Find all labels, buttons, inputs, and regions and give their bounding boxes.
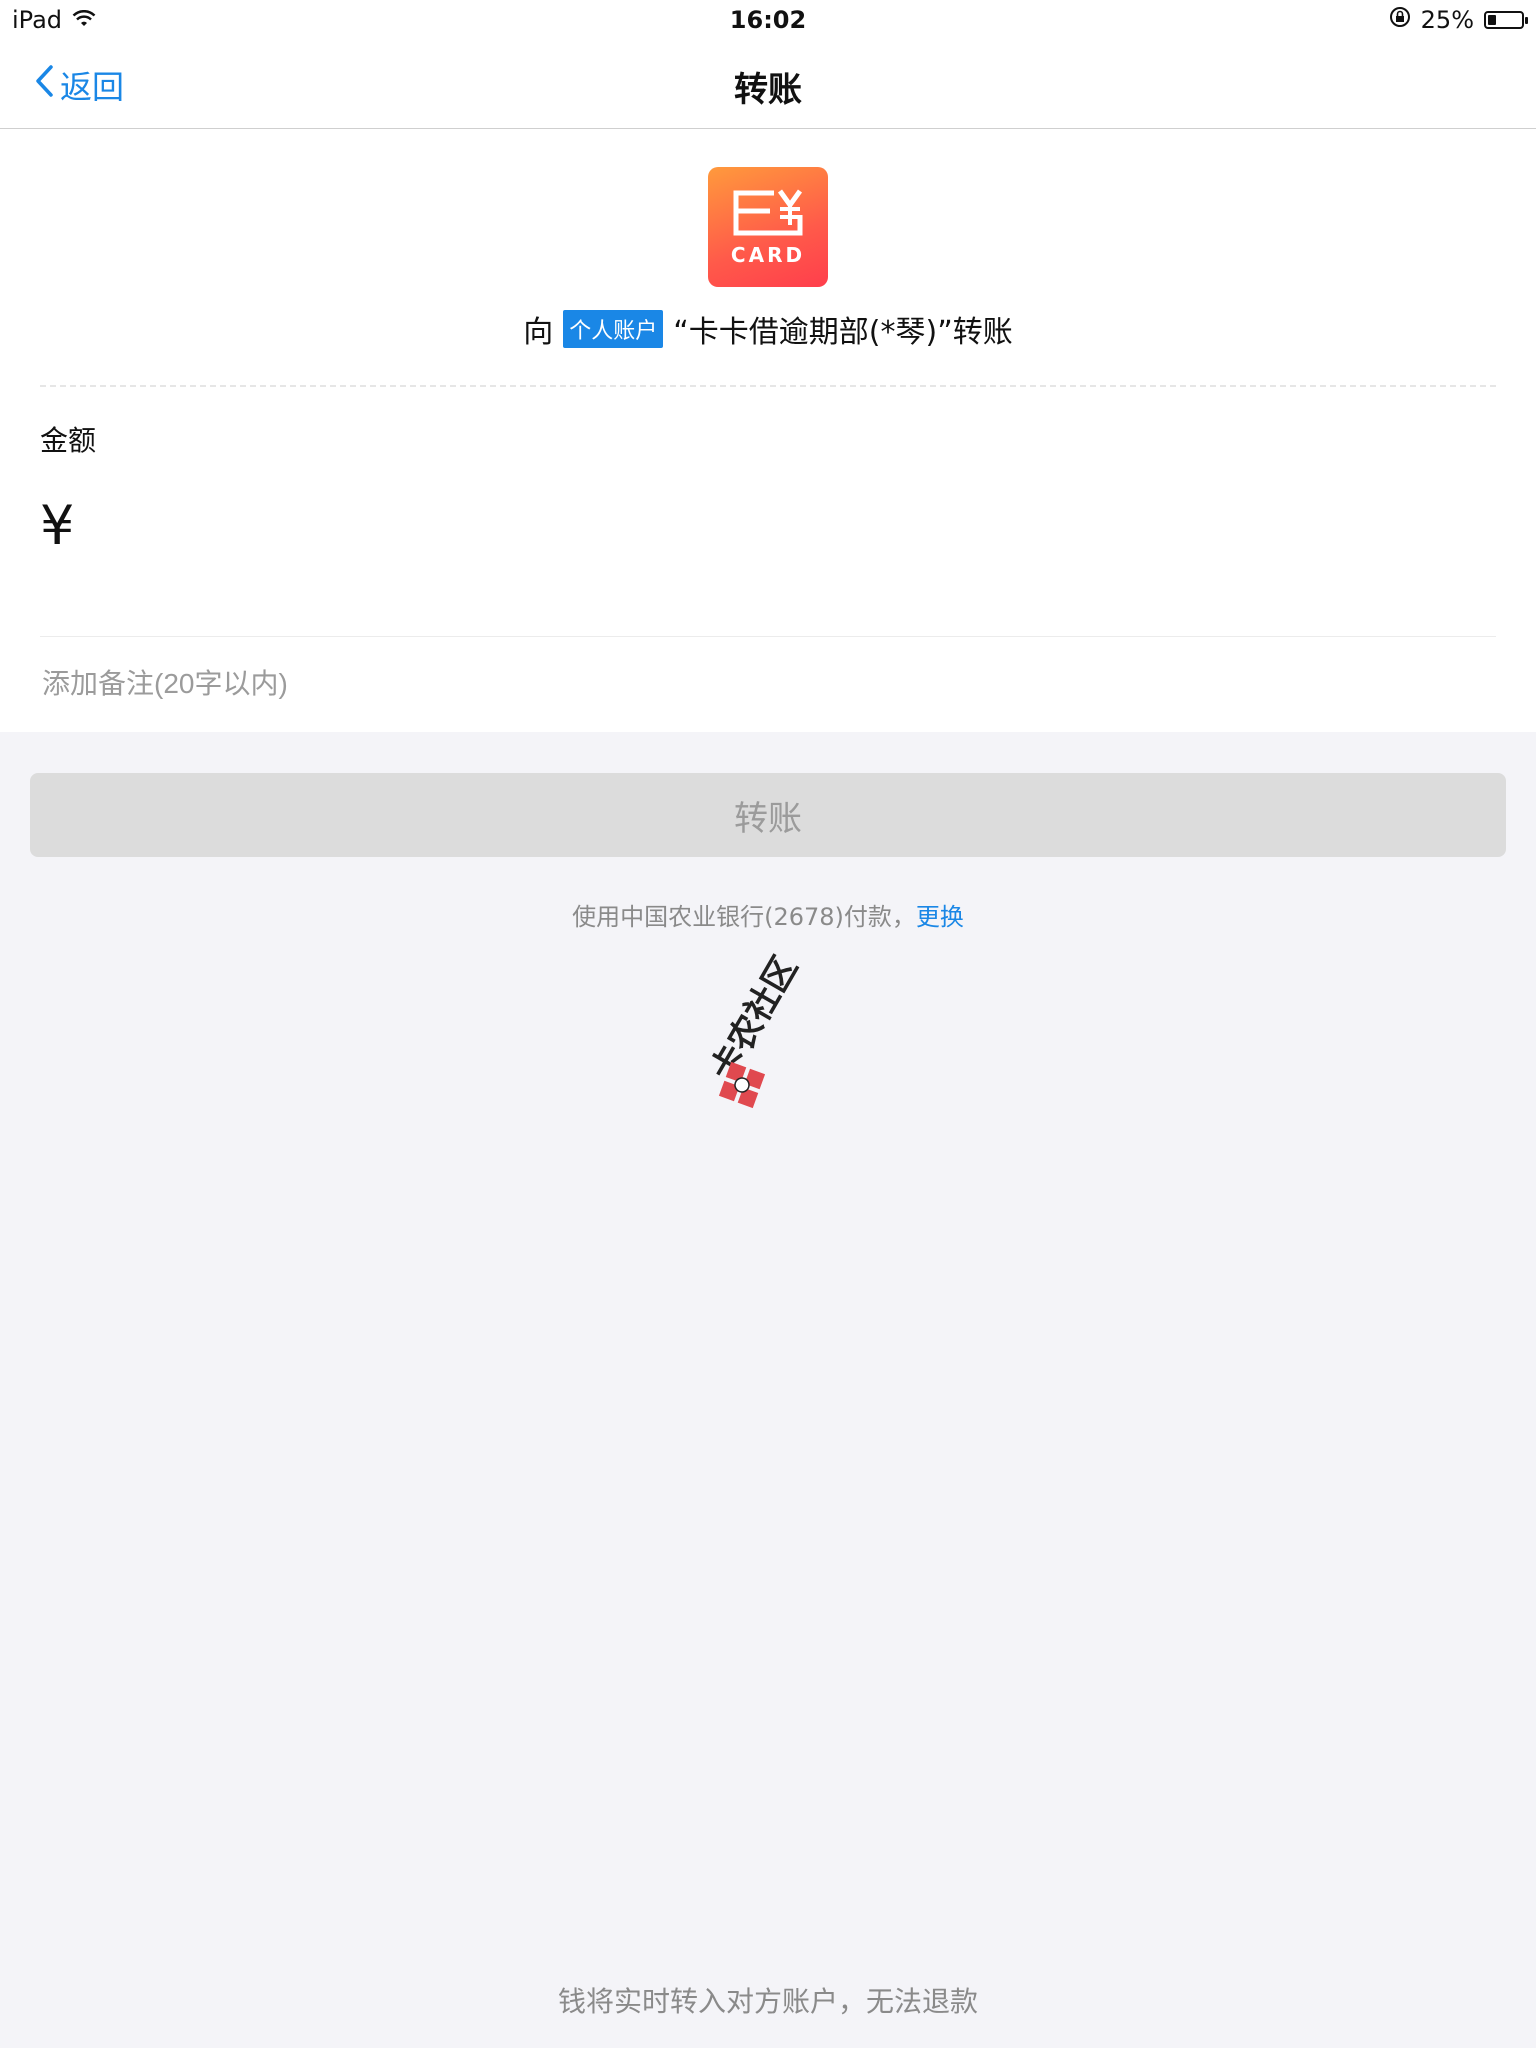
watermark-text: 卡农社区 <box>703 950 806 1088</box>
battery-icon <box>1484 11 1528 29</box>
amount-row: ¥ <box>40 494 1391 557</box>
status-time: 16:02 <box>729 6 807 34</box>
amount-input[interactable] <box>86 500 1391 552</box>
card-app-logo: CARD <box>708 167 828 287</box>
amount-label: 金额 <box>40 424 97 457</box>
payee-prefix: 向 <box>523 315 554 350</box>
dashed-divider <box>40 385 1496 387</box>
status-right: 25% <box>1389 6 1528 34</box>
payee-line: 向 个人账户 “卡卡借逾期部(*琴)”转账 <box>0 307 1536 351</box>
change-payment-link[interactable]: 更换 <box>916 903 964 931</box>
page-title: 转账 <box>734 70 802 110</box>
battery-fill <box>1488 15 1496 25</box>
status-bar: iPad 16:02 25% <box>0 0 1536 40</box>
logo-text: CARD <box>730 243 806 267</box>
payee-name: “卡卡借逾期部(*琴)”转账 <box>673 315 1013 350</box>
watermark-logo: 卡农社区 <box>703 950 806 1109</box>
divider <box>40 636 1496 637</box>
payment-method-line: 使用中国农业银行(2678)付款，更换 <box>0 897 1536 932</box>
currency-symbol: ¥ <box>40 494 75 557</box>
remark-input[interactable] <box>40 667 1444 701</box>
payment-method-text: 使用中国农业银行(2678)付款， <box>572 903 916 931</box>
transfer-button[interactable]: 转账 <box>30 773 1506 857</box>
watermark: 卡农社区 <box>700 935 860 1115</box>
card-yuan-icon <box>733 189 803 236</box>
orientation-lock-icon <box>1389 6 1411 34</box>
battery-percentage: 25% <box>1420 6 1474 34</box>
nav-bar: 返回 转账 <box>0 40 1536 129</box>
account-type-badge: 个人账户 <box>563 310 664 348</box>
transfer-form: CARD 向 个人账户 “卡卡借逾期部(*琴)”转账 金额 ¥ <box>0 129 1536 732</box>
footer-note: 钱将实时转入对方账户，无法退款 <box>557 1985 978 2018</box>
